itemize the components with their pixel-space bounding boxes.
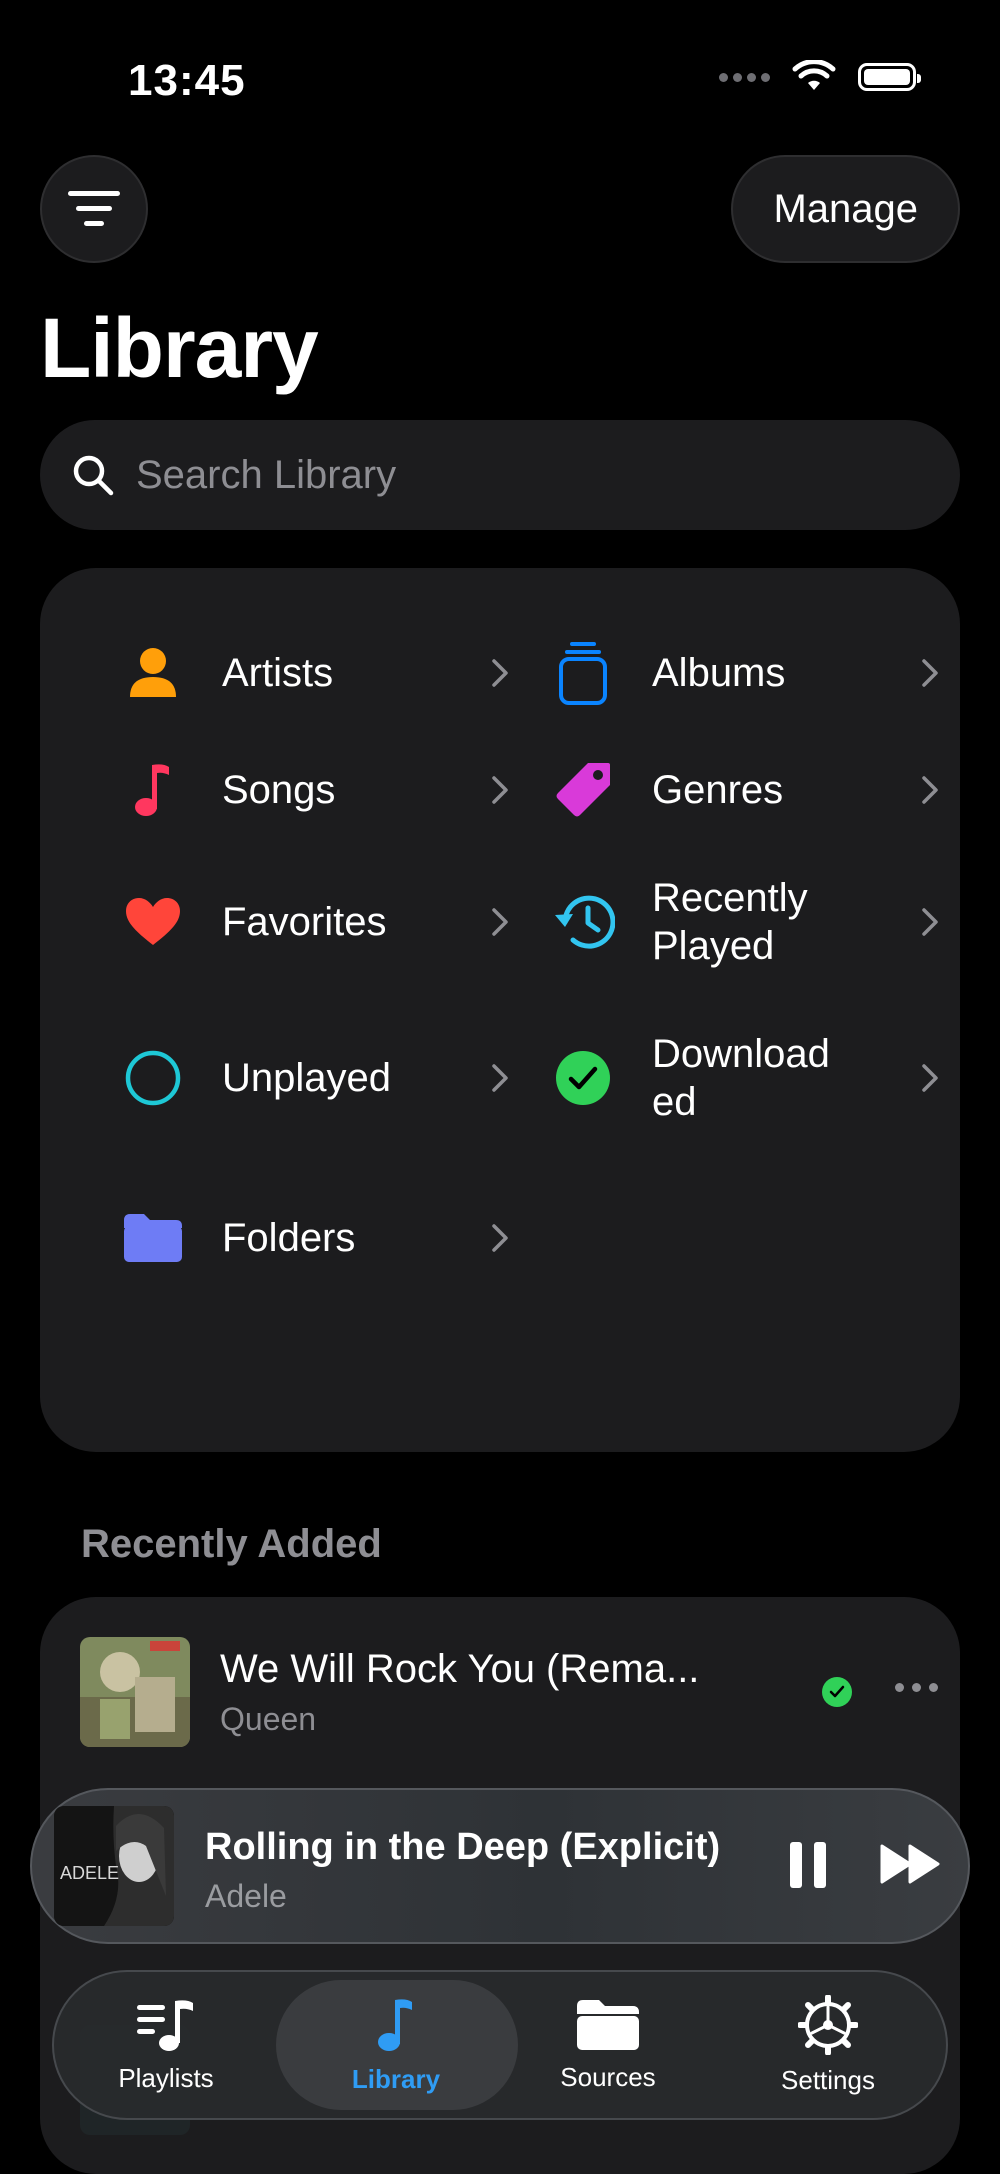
tab-library[interactable]: Library bbox=[284, 1972, 508, 2118]
chevron-right-icon bbox=[492, 1064, 508, 1092]
tab-label: Sources bbox=[560, 2061, 656, 2092]
music-note-icon bbox=[378, 1998, 412, 2051]
artwork-text: ADELE bbox=[60, 1863, 119, 1883]
albums-stack-icon bbox=[559, 642, 607, 705]
battery-icon bbox=[858, 63, 921, 91]
music-note-icon bbox=[135, 764, 169, 816]
next-track-icon[interactable] bbox=[880, 1844, 940, 1884]
downloaded-check-icon bbox=[822, 1677, 852, 1707]
folder-icon bbox=[124, 1214, 182, 1262]
now-playing-artist: Adele bbox=[205, 1878, 287, 1914]
search-input[interactable]: Search Library bbox=[40, 420, 960, 530]
section-title-recently-added: Recently Added bbox=[81, 1522, 382, 1566]
checkmark-circle-icon bbox=[556, 1051, 610, 1105]
library-item-folders[interactable]: Folders bbox=[118, 1188, 508, 1288]
cellular-signal-icon bbox=[719, 72, 770, 82]
library-item-artists[interactable]: Artists bbox=[118, 638, 508, 708]
library-item-genres[interactable]: Genres bbox=[548, 755, 938, 825]
chevron-right-icon bbox=[492, 659, 508, 687]
library-item-recently-played[interactable]: Recently Played bbox=[548, 872, 938, 972]
search-placeholder: Search Library bbox=[136, 452, 397, 497]
tab-label: Library bbox=[351, 2063, 441, 2094]
tab-sources[interactable]: Sources bbox=[496, 1972, 720, 2118]
library-item-label: Favorites bbox=[222, 900, 387, 944]
library-item-downloaded[interactable]: Downloaded bbox=[548, 1028, 938, 1128]
folder-icon bbox=[577, 1999, 639, 2050]
tab-bar: Playlists Library Sources Settings bbox=[52, 1970, 948, 2120]
filter-lines-icon bbox=[68, 191, 120, 226]
chevron-right-icon bbox=[922, 908, 938, 936]
tab-label: Playlists bbox=[118, 2062, 214, 2093]
status-time: 13:45 bbox=[128, 56, 246, 105]
library-item-label: Folders bbox=[222, 1216, 356, 1260]
search-icon bbox=[73, 455, 114, 496]
status-icons bbox=[719, 60, 921, 94]
library-item-label: Downloaded bbox=[652, 1032, 830, 1124]
manage-button[interactable]: Manage bbox=[731, 155, 960, 263]
wifi-icon bbox=[792, 60, 836, 90]
album-artwork bbox=[80, 1637, 190, 1747]
library-item-albums[interactable]: Albums bbox=[548, 638, 938, 708]
history-clock-icon bbox=[555, 895, 615, 949]
library-item-label: Recently Played bbox=[652, 876, 808, 968]
library-item-label: Genres bbox=[652, 768, 784, 812]
person-icon bbox=[130, 648, 176, 697]
now-playing-bar[interactable]: ADELE Rolling in the Deep (Explicit) Ade… bbox=[30, 1788, 970, 1944]
chevron-right-icon bbox=[922, 1064, 938, 1092]
chevron-right-icon bbox=[922, 659, 938, 687]
chevron-right-icon bbox=[922, 776, 938, 804]
tag-icon bbox=[556, 763, 610, 817]
library-item-label: Unplayed bbox=[222, 1056, 392, 1100]
library-item-songs[interactable]: Songs bbox=[118, 755, 508, 825]
now-playing-artwork: ADELE bbox=[54, 1806, 174, 1926]
page-title: Library bbox=[40, 301, 319, 395]
library-item-label: Songs bbox=[222, 768, 336, 812]
chevron-right-icon bbox=[492, 1224, 508, 1252]
now-playing-title: Rolling in the Deep (Explicit) bbox=[205, 1826, 721, 1868]
list-item[interactable]: We Will Rock You (Rema... Queen bbox=[80, 1637, 938, 1747]
tab-label: Settings bbox=[781, 2064, 875, 2095]
gear-icon bbox=[798, 1994, 858, 2055]
library-categories-card: Artists Albums Songs Genres Favorites Re… bbox=[40, 568, 960, 1452]
heart-icon bbox=[126, 898, 180, 945]
playlist-icon bbox=[137, 1999, 193, 2051]
song-artist: Queen bbox=[220, 1701, 317, 1737]
library-item-unplayed[interactable]: Unplayed bbox=[118, 1028, 508, 1128]
library-item-favorites[interactable]: Favorites bbox=[118, 872, 508, 972]
library-item-label: Artists bbox=[222, 651, 334, 695]
more-options-icon[interactable] bbox=[895, 1683, 938, 1692]
empty-circle-icon bbox=[125, 1050, 181, 1106]
chevron-right-icon bbox=[492, 908, 508, 936]
library-item-label: Albums bbox=[652, 651, 786, 695]
pause-button[interactable] bbox=[790, 1842, 826, 1888]
song-title: We Will Rock You (Rema... bbox=[220, 1647, 700, 1691]
tab-playlists[interactable]: Playlists bbox=[54, 1972, 278, 2118]
sort-filter-button[interactable] bbox=[40, 155, 148, 263]
chevron-right-icon bbox=[492, 776, 508, 804]
tab-settings[interactable]: Settings bbox=[716, 1972, 940, 2118]
